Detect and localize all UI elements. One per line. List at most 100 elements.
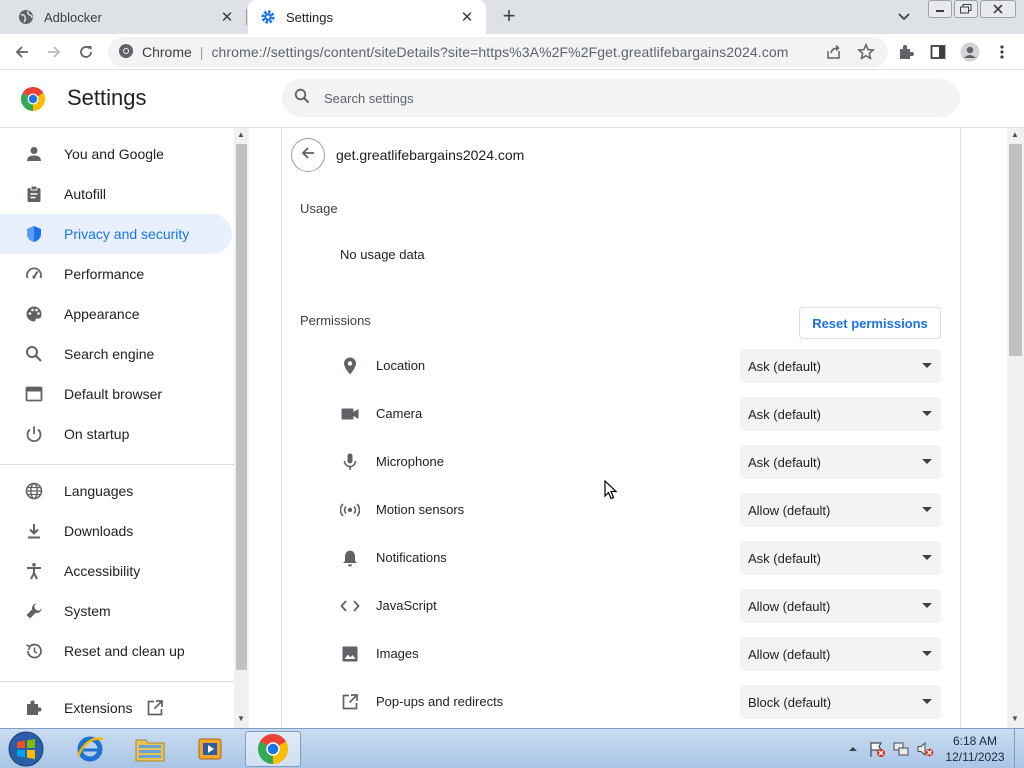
sidebar-item-search-engine[interactable]: Search engine xyxy=(0,334,232,374)
permission-select[interactable]: Allow (default) xyxy=(740,637,941,671)
permission-label: Microphone xyxy=(376,454,444,469)
mouse-cursor-icon xyxy=(604,479,618,500)
minimize-button[interactable] xyxy=(928,0,952,18)
share-icon[interactable] xyxy=(822,40,846,64)
scroll-up-arrow-icon[interactable]: ▲ xyxy=(1011,130,1019,139)
sidebar-item-system[interactable]: System xyxy=(0,591,232,631)
tab-settings[interactable]: Settings ✕ xyxy=(248,0,486,34)
permission-select[interactable]: Block (default) xyxy=(740,685,941,719)
close-window-button[interactable] xyxy=(980,0,1016,18)
settings-search-bar[interactable] xyxy=(282,79,960,117)
permission-label: Pop-ups and redirects xyxy=(376,694,504,709)
close-icon[interactable]: ✕ xyxy=(458,8,476,26)
scrollbar-thumb[interactable] xyxy=(236,144,247,670)
image-icon xyxy=(340,644,360,664)
chrome-page-icon xyxy=(118,43,134,62)
forward-arrow-icon[interactable] xyxy=(42,40,66,64)
sidebar-item-extensions[interactable]: Extensions xyxy=(0,688,232,728)
sidebar-item-appearance[interactable]: Appearance xyxy=(0,294,232,334)
sidebar-item-label: Downloads xyxy=(64,523,134,539)
sidebar-item-label: System xyxy=(64,603,111,619)
site-host-title: get.greatlifebargains2024.com xyxy=(336,147,525,163)
sidebar-item-on-startup[interactable]: On startup xyxy=(0,414,232,454)
history-icon xyxy=(24,641,44,661)
scroll-down-arrow-icon[interactable]: ▼ xyxy=(1011,714,1019,723)
sidebar-item-label: Autofill xyxy=(64,186,107,202)
sidebar-item-languages[interactable]: Languages xyxy=(0,471,232,511)
volume-muted-icon[interactable] xyxy=(916,740,934,758)
permission-value: Ask (default) xyxy=(748,358,821,374)
back-button[interactable] xyxy=(291,138,325,172)
permission-select[interactable]: Allow (default) xyxy=(740,493,941,527)
permission-row-camera: Camera Ask (default) xyxy=(300,397,941,431)
reset-permissions-button[interactable]: Reset permissions xyxy=(799,307,941,339)
restore-button[interactable] xyxy=(954,0,978,18)
sidebar-item-label: Languages xyxy=(64,483,134,499)
permission-select[interactable]: Ask (default) xyxy=(740,349,941,383)
permission-row-motion-sensors: Motion sensors Allow (default) xyxy=(300,493,941,527)
show-hidden-icons-chevron-icon[interactable] xyxy=(844,740,862,758)
scroll-up-arrow-icon[interactable]: ▲ xyxy=(237,130,245,139)
start-button[interactable] xyxy=(6,731,46,767)
main-scrollbar[interactable]: ▲ ▼ xyxy=(1007,128,1024,728)
profile-avatar-icon[interactable] xyxy=(958,40,982,64)
tab-search-chevron-icon[interactable] xyxy=(894,7,914,27)
permission-value: Allow (default) xyxy=(748,502,831,518)
sidebar-item-reset-and-clean-up[interactable]: Reset and clean up xyxy=(0,631,232,671)
sidebar-item-you-and-google[interactable]: You and Google xyxy=(0,134,232,174)
sidebar-item-label: Privacy and security xyxy=(64,226,190,242)
omnibox-separator: | xyxy=(199,44,204,60)
search-input[interactable] xyxy=(324,90,924,106)
permission-label: Location xyxy=(376,358,426,373)
microphone-icon xyxy=(340,452,360,472)
tab-title: Settings xyxy=(286,9,333,25)
permission-value: Allow (default) xyxy=(748,646,831,662)
address-bar[interactable]: Chrome | chrome://settings/content/siteD… xyxy=(108,37,888,67)
internet-explorer-taskbar-icon[interactable] xyxy=(62,731,118,767)
dropdown-caret-icon xyxy=(922,555,932,560)
permission-select[interactable]: Ask (default) xyxy=(740,397,941,431)
scrollbar-thumb[interactable] xyxy=(1009,144,1022,356)
scroll-down-arrow-icon[interactable]: ▼ xyxy=(237,714,245,723)
taskbar-clock[interactable]: 6:18 AM 12/11/2023 xyxy=(938,733,1012,765)
network-icon[interactable] xyxy=(892,740,910,758)
permission-value: Ask (default) xyxy=(748,406,821,422)
permission-select[interactable]: Ask (default) xyxy=(740,541,941,575)
sidebar-item-default-browser[interactable]: Default browser xyxy=(0,374,232,414)
code-icon xyxy=(340,596,360,616)
sidebar-item-privacy-and-security[interactable]: Privacy and security xyxy=(0,214,232,254)
star-icon[interactable] xyxy=(854,40,878,64)
power-icon xyxy=(24,424,44,444)
file-explorer-taskbar-icon[interactable] xyxy=(122,731,178,767)
chrome-taskbar-icon[interactable] xyxy=(245,731,301,767)
sidebar-item-performance[interactable]: Performance xyxy=(0,254,232,294)
back-arrow-icon[interactable] xyxy=(10,40,34,64)
dropdown-caret-icon xyxy=(922,363,932,368)
extensions-puzzle-icon[interactable] xyxy=(894,40,918,64)
side-panel-icon[interactable] xyxy=(926,40,950,64)
kebab-menu-icon[interactable] xyxy=(990,40,1014,64)
permission-value: Ask (default) xyxy=(748,550,821,566)
sidebar-item-autofill[interactable]: Autofill xyxy=(0,174,232,214)
tab-separator xyxy=(246,9,247,25)
sidebar-scrollbar[interactable]: ▲ ▼ xyxy=(234,128,249,728)
url-text[interactable]: chrome://settings/content/siteDetails?si… xyxy=(211,44,788,60)
tab-adblocker[interactable]: Adblocker ✕ xyxy=(0,0,246,34)
new-tab-button[interactable]: + xyxy=(498,5,520,28)
close-icon[interactable]: ✕ xyxy=(218,8,236,26)
sidebar-item-label: Extensions xyxy=(64,700,133,716)
permission-select[interactable]: Ask (default) xyxy=(740,445,941,479)
sidebar-item-label: Reset and clean up xyxy=(64,643,185,659)
sidebar-item-downloads[interactable]: Downloads xyxy=(0,511,232,551)
reload-icon[interactable] xyxy=(74,40,98,64)
permission-label: Images xyxy=(376,646,419,661)
puzzle-icon xyxy=(24,698,44,718)
media-player-taskbar-icon[interactable] xyxy=(182,731,238,767)
sidebar-item-accessibility[interactable]: Accessibility xyxy=(0,551,232,591)
permission-select[interactable]: Allow (default) xyxy=(740,589,941,623)
search-icon xyxy=(294,88,310,109)
show-desktop-button[interactable] xyxy=(1014,729,1024,768)
settings-header: Settings xyxy=(0,70,1024,128)
action-center-flag-icon[interactable] xyxy=(868,740,886,758)
sidebar-item-label: Search engine xyxy=(64,346,155,362)
